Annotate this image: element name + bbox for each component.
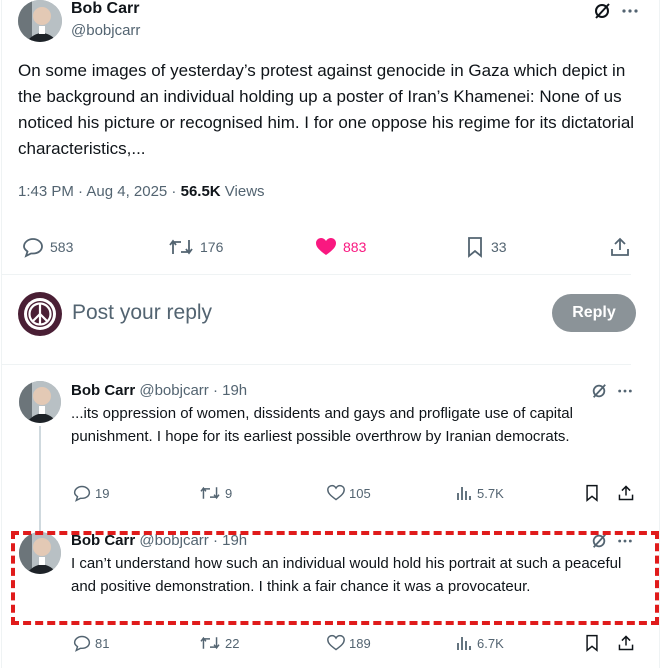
repost-button[interactable]: 176 bbox=[168, 236, 223, 258]
grok-icon[interactable] bbox=[591, 383, 607, 399]
bookmark-count: 33 bbox=[491, 239, 507, 255]
view-count: 56.5K bbox=[180, 183, 221, 200]
tweet-action-bar: 583 176 883 33 bbox=[18, 236, 636, 260]
share-button[interactable] bbox=[617, 634, 635, 652]
divider bbox=[1, 274, 631, 275]
reply-text: ...its oppression of women, dissidents a… bbox=[71, 405, 573, 445]
author-handle[interactable]: @bobjcarr · 19h bbox=[139, 382, 247, 399]
views-label: Views bbox=[220, 183, 265, 200]
tweet-text: On some images of yesterday’s protest ag… bbox=[18, 61, 635, 158]
repost-icon bbox=[199, 484, 221, 502]
more-icon[interactable] bbox=[617, 383, 633, 399]
like-button[interactable]: 883 bbox=[315, 236, 366, 258]
like-button[interactable]: 189 bbox=[327, 634, 371, 652]
heart-icon bbox=[327, 634, 345, 652]
analytics-icon bbox=[455, 634, 473, 652]
bookmark-icon bbox=[583, 634, 601, 652]
view-count: 5.7K bbox=[477, 485, 504, 501]
tweet-meta: 1:43 PM · Aug 4, 2025 · 56.5K Views bbox=[18, 183, 265, 200]
avatar[interactable] bbox=[19, 381, 61, 423]
bookmark-button[interactable] bbox=[583, 634, 601, 652]
views-button[interactable]: 6.7K bbox=[455, 634, 504, 652]
repost-count: 176 bbox=[200, 239, 224, 255]
heart-icon bbox=[327, 484, 345, 502]
reply-header: Bob Carr @bobjcarr · 19h bbox=[71, 382, 247, 399]
reply-action-bar: 19 9 105 5.7K bbox=[71, 484, 637, 504]
repost-button[interactable]: 22 bbox=[199, 634, 239, 652]
author-name[interactable]: Bob Carr bbox=[71, 382, 135, 399]
bookmark-button[interactable] bbox=[583, 484, 601, 502]
reply-icon bbox=[73, 634, 91, 652]
reply-button[interactable]: 81 bbox=[73, 634, 109, 652]
like-button[interactable]: 105 bbox=[327, 484, 371, 502]
divider bbox=[1, 364, 631, 365]
tweet-timestamp[interactable]: 1:43 PM · Aug 4, 2025 · bbox=[18, 183, 181, 200]
user-avatar[interactable] bbox=[18, 292, 62, 336]
bookmark-button[interactable]: 33 bbox=[465, 236, 507, 258]
repost-count: 9 bbox=[225, 485, 233, 501]
reply-icon bbox=[22, 236, 44, 258]
author-handle[interactable]: @bobjcarr bbox=[71, 22, 140, 39]
repost-icon bbox=[168, 236, 194, 258]
reply-action-bar: 81 22 189 6.7K bbox=[71, 634, 637, 654]
share-button[interactable] bbox=[617, 484, 635, 502]
reply-button[interactable]: 583 bbox=[22, 236, 73, 258]
bookmark-icon bbox=[465, 236, 485, 258]
heart-icon bbox=[315, 236, 337, 258]
more-icon[interactable] bbox=[621, 2, 639, 20]
tweet-top-actions bbox=[593, 2, 639, 20]
frame-border-right bbox=[659, 0, 660, 668]
share-icon bbox=[617, 484, 635, 502]
thread-connector bbox=[39, 426, 41, 534]
frame-border-left bbox=[1, 0, 2, 668]
reply-count: 19 bbox=[95, 485, 110, 501]
like-count: 105 bbox=[349, 485, 371, 501]
share-icon bbox=[617, 634, 635, 652]
repost-icon bbox=[199, 634, 221, 652]
analytics-icon bbox=[455, 484, 473, 502]
grok-icon[interactable] bbox=[593, 2, 611, 20]
share-button[interactable] bbox=[610, 236, 630, 258]
bookmark-icon bbox=[583, 484, 601, 502]
repost-count: 22 bbox=[225, 635, 240, 651]
view-count: 6.7K bbox=[477, 635, 504, 651]
views-button[interactable]: 5.7K bbox=[455, 484, 504, 502]
avatar[interactable] bbox=[18, 0, 62, 42]
author-name[interactable]: Bob Carr bbox=[71, 0, 139, 18]
share-icon bbox=[610, 236, 630, 258]
reply-count: 81 bbox=[95, 635, 110, 651]
reply-top-actions bbox=[591, 383, 633, 399]
like-count: 189 bbox=[349, 635, 371, 651]
reply-icon bbox=[73, 484, 91, 502]
reply-submit-button[interactable]: Reply bbox=[552, 294, 636, 332]
reply-button[interactable]: 19 bbox=[73, 484, 109, 502]
peace-icon bbox=[21, 295, 59, 333]
reply-input[interactable]: Post your reply bbox=[72, 301, 212, 325]
reply-count: 583 bbox=[50, 239, 74, 255]
repost-button[interactable]: 9 bbox=[199, 484, 232, 502]
highlight-box bbox=[11, 531, 659, 625]
like-count: 883 bbox=[343, 239, 367, 255]
